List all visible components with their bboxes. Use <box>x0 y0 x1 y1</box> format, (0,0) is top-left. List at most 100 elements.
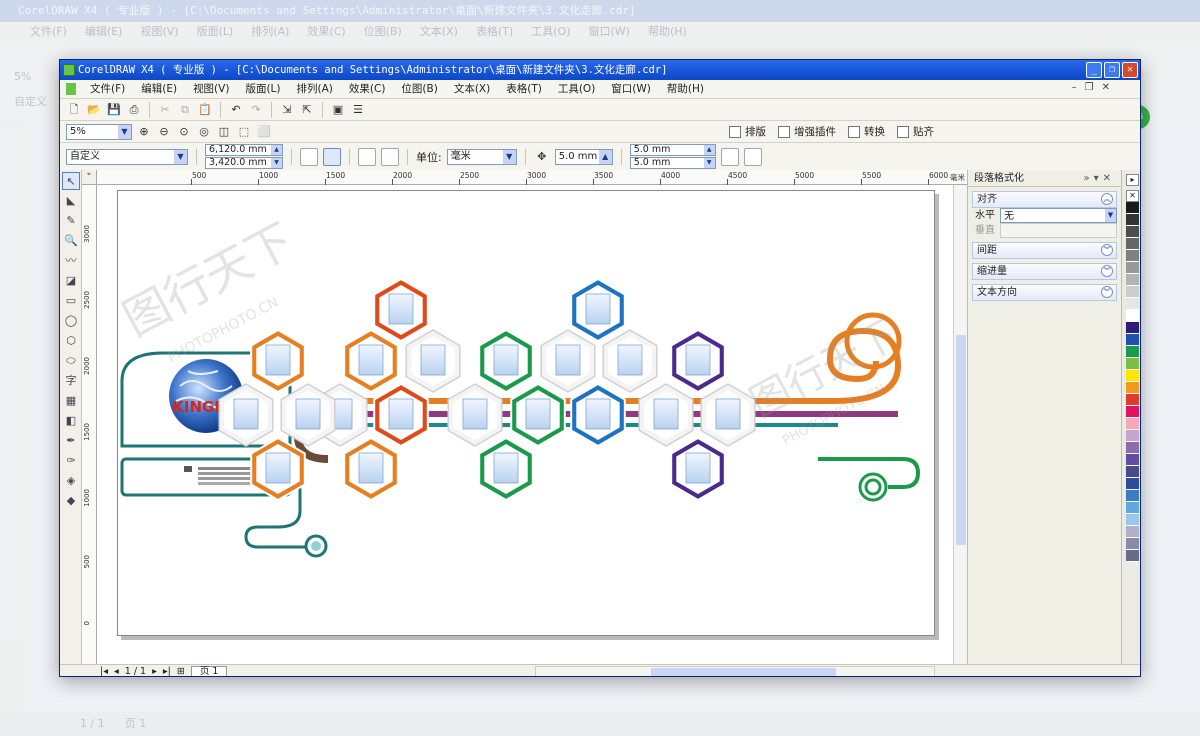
table-tool-icon[interactable]: ▦ <box>62 392 80 410</box>
page-tab[interactable]: 页 1 <box>190 665 228 676</box>
window-titlebar[interactable]: CorelDRAW X4 ( 专业版 ) - [C:\Documents and… <box>60 60 1140 80</box>
menu-window[interactable]: 窗口(W) <box>603 80 659 99</box>
spin-arrows-icon[interactable]: ▼ <box>703 158 715 168</box>
expand-icon[interactable]: ︾ <box>1101 265 1113 277</box>
color-swatch[interactable] <box>1126 334 1139 346</box>
document-icon[interactable] <box>66 83 76 95</box>
menu-tools[interactable]: 工具(O) <box>550 80 603 99</box>
crop-tool-icon[interactable]: ✎ <box>62 212 80 230</box>
color-swatch[interactable] <box>1126 538 1139 550</box>
horizontal-scrollbar[interactable] <box>535 666 935 676</box>
zoom-level-select[interactable]: 5% ▼ <box>66 123 132 140</box>
layout-plugin-button[interactable]: 排版 <box>723 124 772 139</box>
landscape-button[interactable] <box>323 147 341 166</box>
unit-select[interactable]: 毫米 ▼ <box>446 148 517 165</box>
redo-icon[interactable]: ↷ <box>248 102 264 118</box>
save-icon[interactable]: 💾 <box>106 102 122 118</box>
snap-button[interactable]: 贴齐 <box>891 124 940 139</box>
no-color-swatch[interactable]: ✕ <box>1126 190 1139 202</box>
spin-arrows-icon[interactable]: ▲ <box>703 145 715 155</box>
ruler-corner[interactable]: ⌖ <box>82 170 97 185</box>
color-swatch[interactable] <box>1126 202 1139 214</box>
spin-arrows-icon[interactable]: ▼ <box>271 158 282 168</box>
zoom-height-icon[interactable]: ⬜ <box>256 124 272 140</box>
last-page-icon[interactable]: ▸| <box>163 665 171 676</box>
color-swatch[interactable] <box>1126 502 1139 514</box>
color-swatch[interactable] <box>1126 358 1139 370</box>
options-icon[interactable]: ☰ <box>350 102 366 118</box>
expand-icon[interactable]: ︾ <box>1101 286 1113 298</box>
text-tool-icon[interactable]: 字 <box>62 372 80 390</box>
zoom-in-icon[interactable]: ⊕ <box>136 124 152 140</box>
color-swatch[interactable] <box>1126 214 1139 226</box>
copy-icon[interactable]: ⧉ <box>177 102 193 118</box>
spin-arrows-icon[interactable]: ▲ <box>598 149 612 164</box>
enhance-plugin-button[interactable]: 增强插件 <box>772 124 842 139</box>
color-swatch[interactable] <box>1126 466 1139 478</box>
color-swatch[interactable] <box>1126 430 1139 442</box>
section-text-direction[interactable]: 文本方向 ︾ <box>972 284 1117 301</box>
spin-arrows-icon[interactable]: ▲ <box>271 145 282 155</box>
interactive-fill-icon[interactable]: ◆ <box>62 492 80 510</box>
color-swatch[interactable] <box>1126 322 1139 334</box>
doc-close-icon[interactable]: ✕ <box>1102 82 1110 93</box>
color-swatch[interactable] <box>1126 250 1139 262</box>
undo-icon[interactable]: ↶ <box>228 102 244 118</box>
close-button[interactable]: ✕ <box>1122 62 1138 78</box>
menu-edit[interactable]: 编辑(E) <box>133 80 185 99</box>
color-swatch[interactable] <box>1126 406 1139 418</box>
duplicate-y-field[interactable]: 5.0 mm ▼ <box>629 157 716 169</box>
culture-corridor-artwork[interactable]: KINGHO 图行天下 PHOTOPHOTO.CN 图行天下 PHOTOPHOT… <box>114 191 936 637</box>
nudge-distance-field[interactable]: 5.0 mm ▲ <box>554 148 613 165</box>
menu-table[interactable]: 表格(T) <box>498 80 550 99</box>
menu-arrange[interactable]: 排列(A) <box>289 80 341 99</box>
color-swatch[interactable] <box>1126 346 1139 358</box>
page-size-select[interactable]: 自定义 ▼ <box>66 148 188 165</box>
palette-scroll-up-icon[interactable]: ▸ <box>1126 174 1139 186</box>
align-horizontal-select[interactable]: 无 ▼ <box>1000 208 1117 223</box>
application-launcher-icon[interactable]: ▣ <box>330 102 346 118</box>
duplicate-x-field[interactable]: 5.0 mm ▲ <box>629 144 716 156</box>
section-align[interactable]: 对齐 ︽ <box>972 191 1117 208</box>
page-height-field[interactable]: 3,420.0 mm ▼ <box>205 157 283 169</box>
color-swatch[interactable] <box>1126 394 1139 406</box>
menu-text[interactable]: 文本(X) <box>446 80 498 99</box>
next-page-icon[interactable]: ▸ <box>152 665 157 676</box>
color-swatch[interactable] <box>1126 526 1139 538</box>
color-swatch[interactable] <box>1126 478 1139 490</box>
color-swatch[interactable] <box>1126 298 1139 310</box>
color-swatch[interactable] <box>1126 490 1139 502</box>
basic-shapes-icon[interactable]: ⬭ <box>62 352 80 370</box>
color-swatch[interactable] <box>1126 286 1139 298</box>
add-page-icon[interactable]: ⊞ <box>177 665 185 676</box>
collapse-icon[interactable]: ︽ <box>1101 193 1113 205</box>
export-icon[interactable]: ⇱ <box>299 102 315 118</box>
horizontal-ruler[interactable]: 毫米 500 1000 1500 2000 2500 3000 3500 4000 4500 50… <box>97 170 967 185</box>
expand-icon[interactable]: ︾ <box>1101 244 1113 256</box>
menu-file[interactable]: 文件(F) <box>82 80 133 99</box>
docker-controls[interactable]: »▾✕ <box>1083 170 1115 187</box>
color-swatch[interactable] <box>1126 370 1139 382</box>
eyedropper-icon[interactable]: ✒ <box>62 432 80 450</box>
all-pages-button[interactable] <box>358 147 376 166</box>
align-vertical-select[interactable] <box>1000 223 1117 238</box>
treat-as-filled-button[interactable] <box>743 147 762 166</box>
color-swatch[interactable] <box>1126 310 1139 322</box>
color-swatch[interactable] <box>1126 454 1139 466</box>
zoom-tool-icon[interactable]: 🔍 <box>62 232 80 250</box>
coreldraw-app-icon[interactable] <box>63 64 75 76</box>
ellipse-tool-icon[interactable]: ◯ <box>62 312 80 330</box>
color-swatch[interactable] <box>1126 418 1139 430</box>
doc-minimize-icon[interactable]: – <box>1072 82 1077 93</box>
current-page-button[interactable] <box>381 147 399 166</box>
polygon-tool-icon[interactable]: ⬡ <box>62 332 80 350</box>
section-spacing[interactable]: 间距 ︾ <box>972 242 1117 259</box>
vertical-ruler[interactable]: 3000 2500 2000 1500 1000 500 0 <box>82 185 97 664</box>
prev-page-icon[interactable]: ◂ <box>114 665 119 676</box>
horizontal-scroll-thumb[interactable] <box>651 668 836 676</box>
zoom-page-icon[interactable]: ◫ <box>216 124 232 140</box>
color-swatch[interactable] <box>1126 514 1139 526</box>
color-swatch[interactable] <box>1126 382 1139 394</box>
zoom-width-icon[interactable]: ⬚ <box>236 124 252 140</box>
restore-button[interactable]: ❐ <box>1104 62 1120 78</box>
